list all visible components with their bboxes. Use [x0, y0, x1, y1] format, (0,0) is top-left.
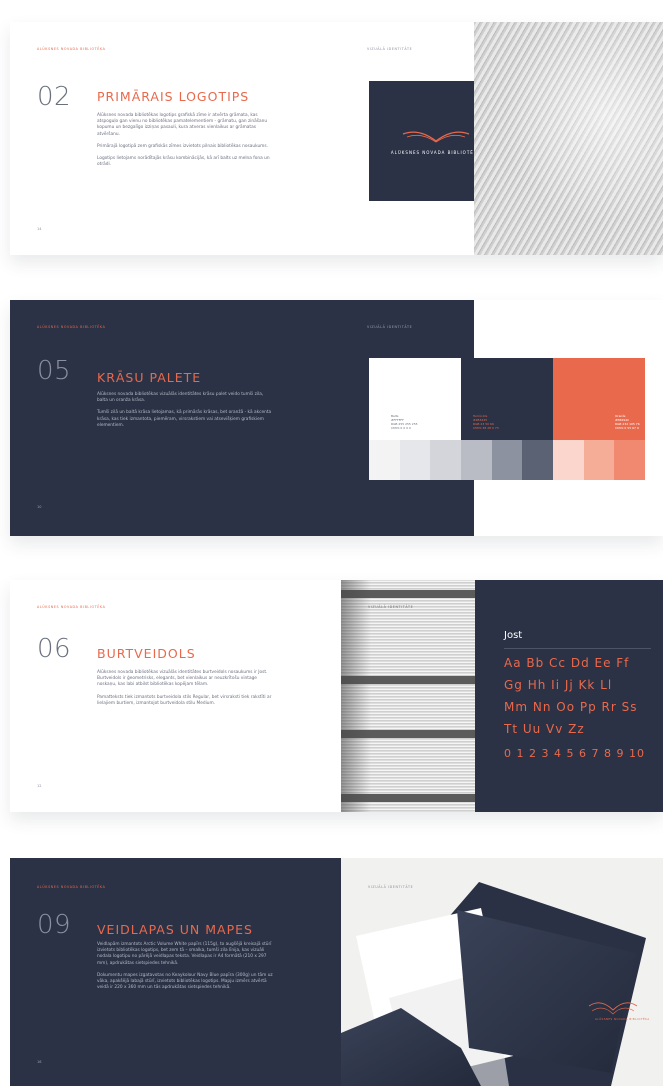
tint-swatch	[461, 440, 493, 480]
section-title: PRIMĀRAIS LOGOTIPS	[97, 89, 250, 104]
page-number: 10	[37, 505, 42, 509]
page-number: 12	[37, 784, 42, 788]
body-text: Alūksnes novada bibliotēkas vizuālās ide…	[97, 392, 272, 435]
section-title: BURTVEIDOLS	[97, 646, 196, 661]
section-title: VEIDLAPAS UN MAPES	[97, 922, 253, 937]
swatch-orange: Oranžs #E8694C RGB 232 105 76 CMYK 0 55 …	[553, 358, 645, 440]
section-label: Vizuālā identitāte	[367, 47, 413, 51]
body-text: Alūksnes novada bibliotēkas logotips gra…	[97, 113, 272, 174]
folder-logo-caption: ALŪKSNES NOVADA BIBLIOTĒKA	[595, 1018, 650, 1021]
paragraph: Primārajā logotipā zem grafiskās zīmes i…	[97, 143, 268, 149]
tint-swatch	[491, 440, 523, 480]
page-number: 14	[37, 227, 42, 231]
section-number: 06	[37, 634, 72, 664]
tint-swatch	[583, 440, 615, 480]
number-row: 0 1 2 3 4 5 6 7 8 9 10	[504, 747, 645, 760]
section-number: 09	[37, 910, 72, 940]
paragraph: Alūksnes novada bibliotēkas vizuālās ide…	[97, 670, 268, 688]
body-text: Alūksnes novada bibliotēkas vizuālās ide…	[97, 670, 272, 713]
library-name-label: Alūksnes novada bibliotēka	[37, 47, 106, 51]
section-number: 05	[37, 356, 72, 386]
swatch-cmyk: CMYK 0 55 67 9	[615, 426, 639, 430]
divider	[504, 648, 651, 649]
open-book-photo	[474, 22, 663, 255]
alphabet-row: Mm Nn Oo Pp Rr Ss	[504, 700, 638, 714]
section-label: Vizuālā identitāte	[368, 605, 414, 609]
left-page: Alūksnes novada bibliotēka 05 KRĀSU PALE…	[10, 300, 340, 536]
section-label: Vizuālā identitāte	[367, 325, 413, 329]
swatch-cmyk: CMYK 38 28 0 73	[473, 426, 499, 430]
spread-colour-palette: Alūksnes novada bibliotēka 05 KRĀSU PALE…	[10, 300, 663, 536]
tint-swatch	[522, 440, 554, 480]
paragraph: Alūksnes novada bibliotēkas logotips gra…	[97, 113, 268, 137]
body-text: Veidlapām izmantots Arctic Volume White …	[97, 942, 277, 997]
library-name-label: Alūksnes novada bibliotēka	[37, 605, 106, 609]
tint-swatch	[430, 440, 462, 480]
alphabet-row: Tt Uu Vv Zz	[504, 722, 585, 736]
folder-illustration	[341, 882, 646, 1086]
paragraph: Pamatteksts tiek izmantots burtveidola s…	[97, 694, 272, 706]
alphabet-row: Aa Bb Cc Dd Ee Ff	[504, 656, 630, 670]
alphabet-row: Gg Hh Ii Jj Kk Ll	[504, 678, 613, 692]
tint-swatch	[399, 440, 431, 480]
left-page: Alūksnes novada bibliotēka 09 VEIDLAPAS …	[10, 858, 341, 1086]
logo-caption: ALŪKSNES NOVADA BIBLIOTĒKA	[390, 149, 482, 155]
paragraph: Veidlapām izmantots Arctic Volume White …	[97, 942, 272, 966]
tint-swatch	[614, 440, 646, 480]
library-name-label: Alūksnes novada bibliotēka	[37, 325, 106, 329]
folder-mockup-photo: Vizuālā identitāte ALŪKSNES NOVADA BIBLI…	[341, 858, 663, 1086]
tint-swatch	[369, 440, 401, 480]
spread-letterheads: Alūksnes novada bibliotēka 09 VEIDLAPAS …	[10, 858, 663, 1086]
swatch-info: Balts #FFFFFF RGB 255 255 255 CMYK 0 0 0…	[391, 414, 418, 430]
left-page: Alūksnes novada bibliotēka 02 PRIMĀRAIS …	[10, 22, 340, 255]
font-name: Jost	[504, 630, 523, 641]
tint-swatch	[553, 440, 585, 480]
paragraph: Logotips lietojams norādītajās krāsu kom…	[97, 156, 270, 168]
book-stack-photo: Vizuālā identitāte	[341, 580, 475, 812]
swatch-info: Tumši zils #2B3245 RGB 43 50 69 CMYK 38 …	[473, 414, 499, 430]
section-number: 02	[37, 82, 72, 112]
paragraph: Dokumentu mapes izgatavotas no Keaykolou…	[97, 972, 273, 991]
swatch-info: Oranžs #E8694C RGB 232 105 76 CMYK 0 55 …	[615, 414, 640, 430]
paragraph: Alūksnes novada bibliotēkas vizuālās ide…	[97, 392, 264, 404]
section-title: KRĀSU PALETE	[97, 370, 202, 385]
library-name-label: Alūksnes novada bibliotēka	[37, 885, 106, 889]
page-number: 16	[37, 1060, 42, 1064]
spread-typeface: Alūksnes novada bibliotēka 06 BURTVEIDOL…	[10, 580, 663, 812]
paragraph: Tumši zilā un baltā krāsa lietojamas, kā…	[97, 410, 272, 428]
spread-primary-logo: Alūksnes novada bibliotēka 02 PRIMĀRAIS …	[10, 22, 663, 255]
open-book-logo-icon	[402, 131, 470, 142]
swatch-cmyk: CMYK 0 0 0 0	[391, 426, 411, 430]
left-page: Alūksnes novada bibliotēka 06 BURTVEIDOL…	[10, 580, 340, 812]
swatch-navy: Tumši zils #2B3245 RGB 43 50 69 CMYK 38 …	[461, 358, 553, 440]
font-specimen-panel: Jost Aa Bb Cc Dd Ee Ff Gg Hh Ii Jj Kk Ll…	[475, 580, 663, 812]
swatch-white: Balts #FFFFFF RGB 255 255 255 CMYK 0 0 0…	[369, 358, 461, 440]
